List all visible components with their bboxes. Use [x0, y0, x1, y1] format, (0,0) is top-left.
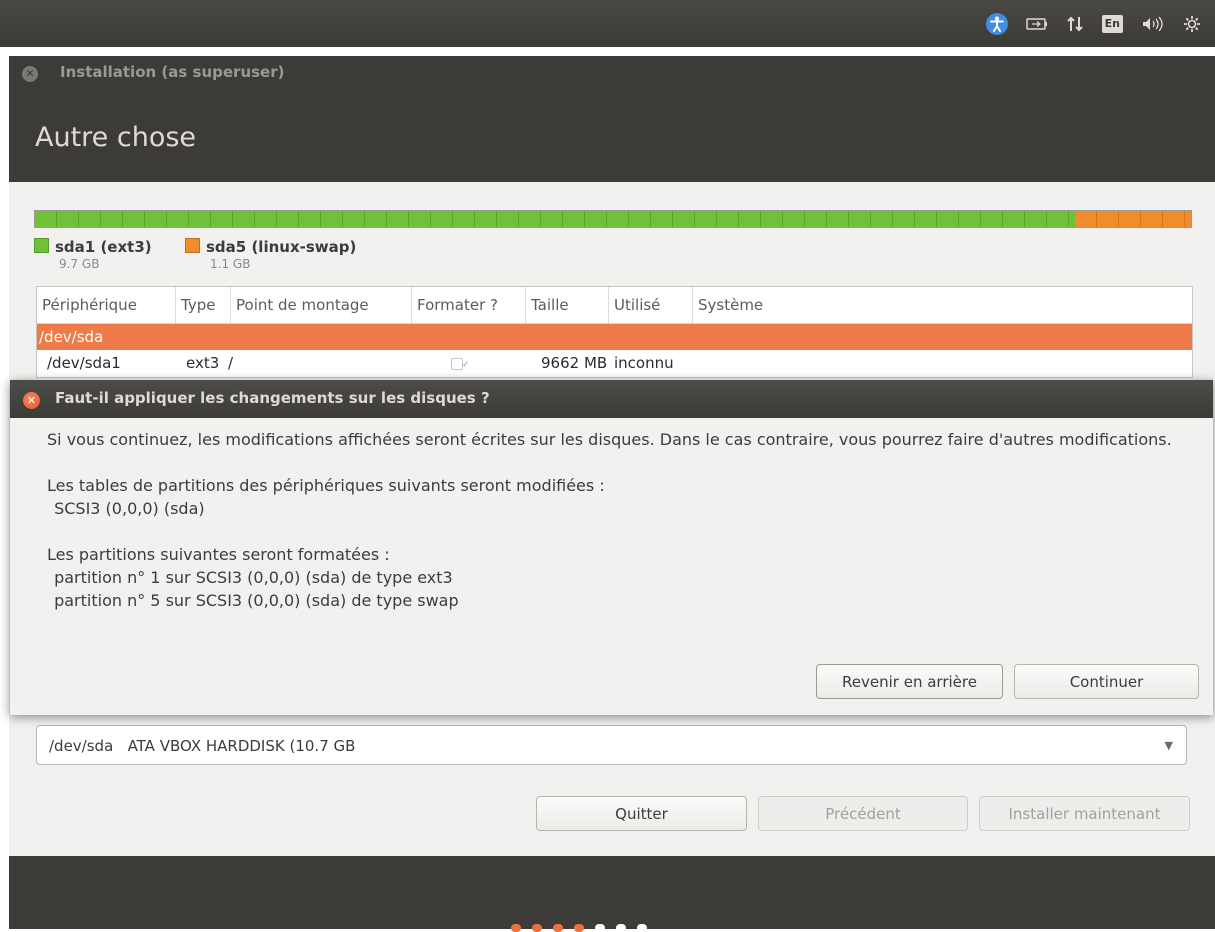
- progress-dot: [574, 924, 584, 932]
- format-item: partition n° 5 sur SCSI3 (0,0,0) (sda) d…: [49, 591, 459, 610]
- page-title: Autre chose: [35, 122, 197, 153]
- partition-bar-segment-sda5: [1075, 211, 1191, 227]
- column-header-mount[interactable]: Point de montage: [231, 287, 412, 323]
- dialog-close-button[interactable]: ✕: [23, 392, 40, 409]
- legend-swatch: [185, 238, 200, 253]
- dialog-paragraph-format: Les partitions suivantes seront formatée…: [47, 543, 1197, 612]
- progress-dot: [553, 924, 563, 932]
- column-header-format[interactable]: Formater ?: [412, 287, 526, 323]
- installer-header: ✕ Installation (as superuser) Autre chos…: [9, 56, 1215, 182]
- installer-footer: [9, 856, 1215, 932]
- column-header-type[interactable]: Type: [176, 287, 231, 323]
- close-icon: ✕: [25, 67, 35, 80]
- settings-gear-icon[interactable]: [1183, 15, 1201, 33]
- column-header-size[interactable]: Taille: [526, 287, 609, 323]
- window-title: Installation (as superuser): [60, 63, 285, 81]
- network-icon[interactable]: [1066, 15, 1084, 33]
- cell-format: ✓: [451, 350, 531, 376]
- previous-button[interactable]: Précédent: [758, 796, 968, 831]
- legend-size: 1.1 GB: [210, 257, 251, 271]
- legend-item-sda1: sda1 (ext3) 9.7 GB: [34, 238, 152, 271]
- format-checkbox[interactable]: ✓: [451, 358, 470, 370]
- cell-system: [704, 350, 904, 376]
- progress-dot: [595, 924, 605, 932]
- dialog-body: Si vous continuez, les modifications aff…: [47, 428, 1197, 635]
- volume-icon[interactable]: [1141, 16, 1165, 32]
- format-item: partition n° 1 sur SCSI3 (0,0,0) (sda) d…: [49, 568, 453, 587]
- cell-type: ext3: [186, 354, 220, 372]
- continue-button[interactable]: Continuer: [1014, 664, 1199, 699]
- legend-label: sda5 (linux-swap): [206, 238, 357, 256]
- legend-item-sda5: sda5 (linux-swap) 1.1 GB: [185, 238, 356, 271]
- chevron-down-icon: ▼: [1164, 739, 1173, 752]
- progress-dot: [637, 924, 647, 932]
- quit-button[interactable]: Quitter: [536, 796, 747, 831]
- partition-table[interactable]: Périphérique Type Point de montage Forma…: [36, 286, 1193, 378]
- go-back-button[interactable]: Revenir en arrière: [816, 664, 1003, 699]
- progress-dot: [532, 924, 542, 932]
- accessibility-icon[interactable]: [985, 13, 1008, 35]
- table-row-device-sda[interactable]: /dev/sda: [37, 324, 1192, 350]
- progress-dots: [511, 924, 647, 932]
- column-header-used[interactable]: Utilisé: [609, 287, 693, 323]
- confirm-dialog: ✕ Faut-il appliquer les changements sur …: [10, 380, 1213, 715]
- column-header-device[interactable]: Périphérique: [37, 287, 176, 323]
- progress-dot: [616, 924, 626, 932]
- legend-label: sda1 (ext3): [55, 238, 152, 256]
- device-select-value: /dev/sda ATA VBOX HARDDISK (10.7 GB: [49, 737, 356, 755]
- format-heading: Les partitions suivantes seront formatée…: [47, 545, 390, 564]
- table-row[interactable]: /dev/sda1 ext3 / ✓ 9662 MB inconnu: [37, 350, 1192, 376]
- progress-dot: [511, 924, 521, 932]
- install-now-button[interactable]: Installer maintenant: [979, 796, 1190, 831]
- close-icon: ✕: [26, 394, 37, 407]
- dialog-paragraph-intro: Si vous continuez, les modifications aff…: [47, 430, 1172, 449]
- window-close-button[interactable]: ✕: [22, 66, 38, 82]
- keyboard-layout-label: En: [1101, 15, 1123, 33]
- top-panel: En: [0, 0, 1215, 47]
- table-header: Périphérique Type Point de montage Forma…: [37, 287, 1192, 324]
- battery-icon[interactable]: [1025, 18, 1048, 30]
- legend-swatch: [34, 238, 49, 253]
- cell-used: inconnu: [614, 354, 674, 372]
- dialog-title: Faut-il appliquer les changements sur le…: [55, 389, 490, 407]
- partition-bar: [34, 210, 1192, 228]
- dialog-titlebar: ✕ Faut-il appliquer les changements sur …: [10, 380, 1213, 418]
- dialog-paragraph-tables: Les tables de partitions des périphériqu…: [47, 474, 1197, 520]
- legend-size: 9.7 GB: [59, 257, 100, 271]
- column-header-system[interactable]: Système: [693, 287, 1188, 323]
- cell-device: /dev/sda1: [47, 354, 121, 372]
- cell-size: 9662 MB: [541, 354, 608, 372]
- keyboard-layout-indicator[interactable]: En: [1101, 15, 1123, 33]
- bootloader-device-select[interactable]: /dev/sda ATA VBOX HARDDISK (10.7 GB ▼: [36, 725, 1187, 765]
- tables-item: SCSI3 (0,0,0) (sda): [49, 499, 205, 518]
- partition-bar-segment-sda1: [35, 211, 1076, 227]
- tables-heading: Les tables de partitions des périphériqu…: [47, 476, 605, 495]
- indicator-area: En: [985, 12, 1201, 36]
- cell-mount: /: [228, 354, 234, 372]
